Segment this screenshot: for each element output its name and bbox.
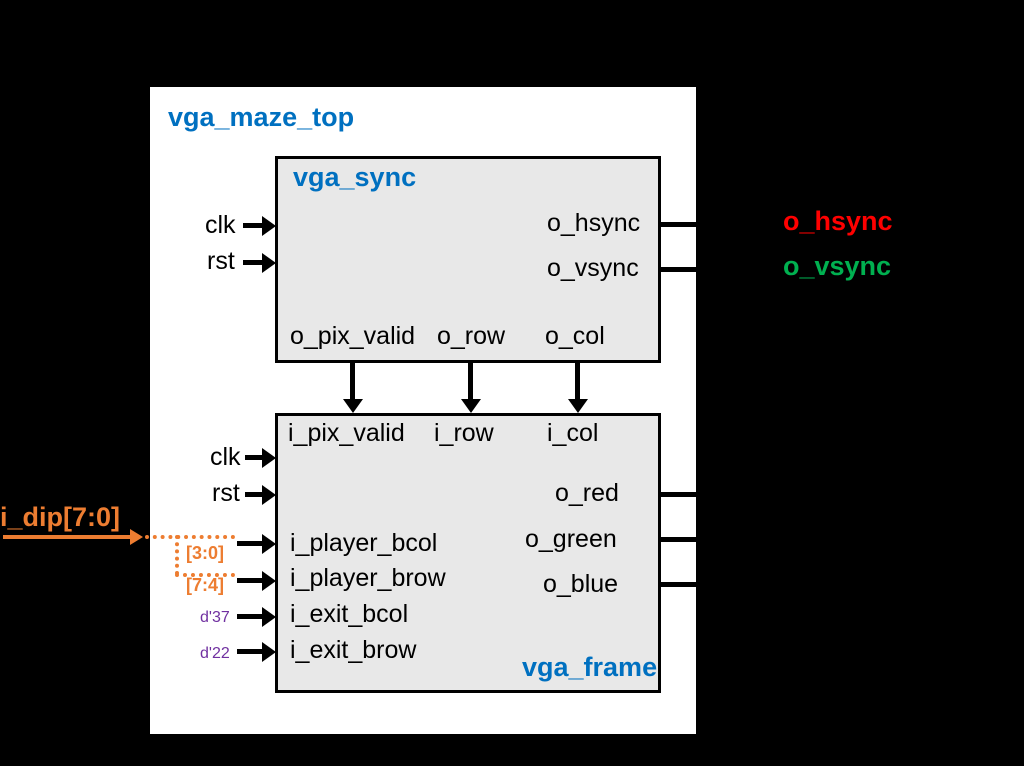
sync-o-pixvalid: o_pix_valid bbox=[290, 322, 415, 351]
wire-vsync-out bbox=[659, 267, 775, 272]
arrow-ecol bbox=[237, 614, 263, 619]
ext-o-hsync: o_hsync bbox=[783, 206, 893, 237]
wire-hsync-out bbox=[659, 222, 775, 227]
arrow-frame-rst bbox=[245, 492, 263, 497]
wire-dip-dash1 bbox=[145, 535, 235, 539]
frame-i-row: i_row bbox=[434, 419, 494, 448]
wire-red-out bbox=[659, 492, 775, 497]
arrow-col bbox=[575, 363, 580, 400]
vga-sync-name: vga_sync bbox=[293, 162, 416, 193]
arrow-sync-rst bbox=[243, 260, 263, 265]
frame-o-red: o_red bbox=[555, 479, 619, 508]
wire-blue-out bbox=[659, 582, 775, 587]
ext-o-vsync: o_vsync bbox=[783, 251, 891, 282]
sync-o-vsync: o_vsync bbox=[547, 254, 639, 283]
frame-i-col: i_col bbox=[547, 419, 598, 448]
arrow-pixvalid bbox=[350, 363, 355, 400]
sync-o-hsync: o_hsync bbox=[547, 209, 640, 238]
sync-rst-label: rst bbox=[207, 247, 235, 276]
dip-slice-lo: [3:0] bbox=[186, 543, 224, 564]
dip-slice-hi: [7:4] bbox=[186, 575, 224, 596]
arrow-prow bbox=[237, 578, 263, 583]
arrow-frame-clk bbox=[245, 455, 263, 460]
wire-dip-branch bbox=[175, 535, 179, 575]
frame-clk-label: clk bbox=[210, 443, 241, 472]
frame-i-ecol: i_exit_bcol bbox=[290, 600, 408, 629]
frame-i-pcol: i_player_bcol bbox=[290, 529, 437, 558]
arrow-pcol bbox=[237, 541, 263, 546]
arrow-sync-clk bbox=[243, 223, 263, 228]
const-d22: d'22 bbox=[200, 645, 230, 663]
frame-o-blue: o_blue bbox=[543, 570, 618, 599]
frame-i-prow: i_player_brow bbox=[290, 564, 446, 593]
wire-dip-dash2 bbox=[175, 573, 235, 577]
top-module-name: vga_maze_top bbox=[168, 102, 354, 133]
frame-o-green: o_green bbox=[525, 525, 617, 554]
frame-i-pixvalid: i_pix_valid bbox=[288, 419, 405, 448]
vga-frame-name: vga_frame bbox=[522, 652, 657, 683]
const-d37: d'37 bbox=[200, 609, 230, 627]
frame-i-erow: i_exit_brow bbox=[290, 636, 416, 665]
ext-i-dip: i_dip[7:0] bbox=[0, 502, 120, 533]
sync-o-col: o_col bbox=[545, 322, 605, 351]
wire-dip-in bbox=[3, 535, 131, 539]
arrow-erow bbox=[237, 649, 263, 654]
frame-rst-label: rst bbox=[212, 479, 240, 508]
sync-clk-label: clk bbox=[205, 211, 236, 240]
wire-green-out bbox=[659, 537, 775, 542]
sync-o-row: o_row bbox=[437, 322, 505, 351]
arrow-row bbox=[468, 363, 473, 400]
